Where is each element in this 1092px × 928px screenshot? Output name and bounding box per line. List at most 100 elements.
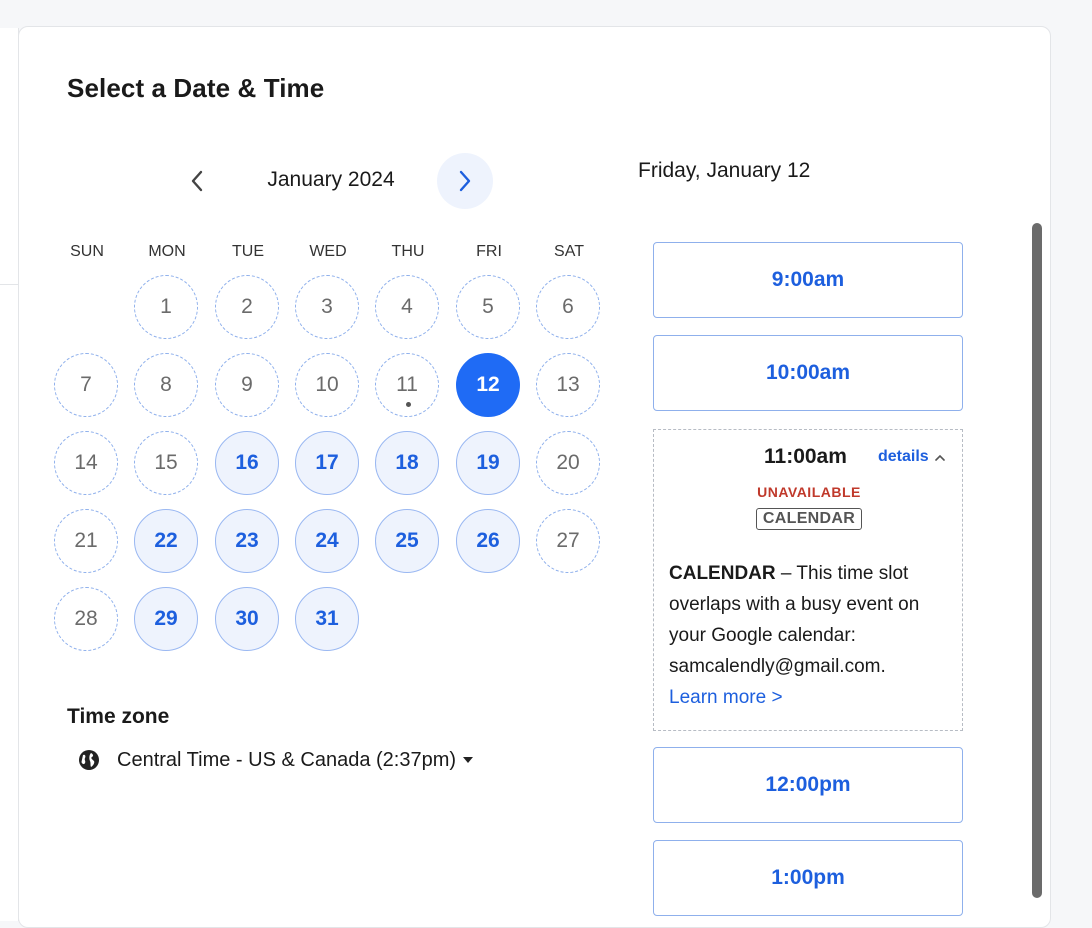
- calendar-day[interactable]: 18: [375, 431, 439, 495]
- weekday-label: MON: [148, 243, 186, 260]
- calendar-day: 5: [456, 275, 520, 339]
- calendar-day[interactable]: 19: [456, 431, 520, 495]
- weekday-label: SUN: [70, 243, 104, 260]
- calendar-day[interactable]: 23: [215, 509, 279, 573]
- timezone-selector[interactable]: Central Time - US & Canada (2:37pm): [77, 745, 474, 775]
- day-number: 17: [315, 451, 339, 474]
- month-navigation: January 2024: [169, 153, 499, 209]
- left-panel-edge: [0, 28, 19, 921]
- calendar-day: 15: [134, 431, 198, 495]
- day-number: 8: [160, 373, 172, 396]
- weekday-label: WED: [309, 243, 347, 260]
- day-number: 21: [74, 529, 98, 552]
- chevron-up-icon: [934, 454, 945, 461]
- day-number: 15: [154, 451, 178, 474]
- day-number: 9: [241, 373, 253, 396]
- calendar-day[interactable]: 30: [215, 587, 279, 651]
- calendar-day: 21: [54, 509, 118, 573]
- weekday-header: SUN MON TUE WED THU FRI SAT: [54, 243, 619, 263]
- calendar-day: 6: [536, 275, 600, 339]
- next-month-button[interactable]: [437, 153, 493, 209]
- day-number: 26: [476, 529, 500, 552]
- time-slot-button[interactable]: 10:00am: [653, 335, 963, 411]
- day-number: 11: [396, 373, 418, 396]
- day-number: 13: [556, 373, 580, 396]
- weekday-label: TUE: [232, 243, 264, 260]
- calendar-day[interactable]: 29: [134, 587, 198, 651]
- conflict-source: CALENDAR: [669, 563, 776, 584]
- globe-icon: [79, 750, 99, 770]
- day-number: 31: [315, 607, 339, 630]
- calendar-day: 20: [536, 431, 600, 495]
- day-number: 16: [235, 451, 259, 474]
- day-number: 24: [315, 529, 339, 552]
- time-slot-time: 11:00am: [764, 445, 847, 468]
- calendar-day: 10: [295, 353, 359, 417]
- calendar-day: 8: [134, 353, 198, 417]
- details-label: details: [878, 448, 929, 465]
- today-indicator: [406, 402, 411, 407]
- calendar-day[interactable]: 31: [295, 587, 359, 651]
- day-number: 18: [395, 451, 419, 474]
- day-number: 14: [74, 451, 98, 474]
- chevron-right-icon: [459, 170, 471, 192]
- calendar-day[interactable]: 17: [295, 431, 359, 495]
- badge-container: CALENDAR: [654, 508, 964, 530]
- day-number: 25: [395, 529, 419, 552]
- time-slot-expanded: 11:00am details UNAVAILABLE CALENDAR CAL…: [653, 429, 963, 731]
- day-number: 6: [562, 295, 574, 318]
- time-slot-button[interactable]: 1:00pm: [653, 840, 963, 916]
- day-number: 30: [235, 607, 259, 630]
- day-number: 7: [80, 373, 92, 396]
- selected-date-heading: Friday, January 12: [638, 159, 811, 182]
- weekday-label: SAT: [554, 243, 584, 260]
- scheduling-panel: Select a Date & Time January 2024 SUN MON…: [18, 26, 1051, 928]
- calendar-day: 13: [536, 353, 600, 417]
- calendar-day: 4: [375, 275, 439, 339]
- day-number: 5: [482, 295, 494, 318]
- calendar-day: 7: [54, 353, 118, 417]
- weekday-label: FRI: [476, 243, 502, 260]
- previous-month-button[interactable]: [169, 153, 225, 209]
- caret-down-icon: [463, 757, 474, 763]
- day-number: 4: [401, 295, 413, 318]
- time-slot-button[interactable]: 9:00am: [653, 242, 963, 318]
- calendar-day[interactable]: 22: [134, 509, 198, 573]
- calendar-day: 9: [215, 353, 279, 417]
- timezone-title: Time zone: [67, 705, 170, 728]
- month-label: January 2024: [267, 168, 395, 191]
- learn-more-link[interactable]: Learn more >: [669, 682, 954, 713]
- calendar-day[interactable]: 16: [215, 431, 279, 495]
- chevron-left-icon: [191, 170, 203, 192]
- calendar-day: 14: [54, 431, 118, 495]
- divider: [0, 284, 18, 285]
- calendar-badge: CALENDAR: [755, 508, 863, 530]
- timezone-label: Central Time - US & Canada (2:37pm): [117, 748, 457, 771]
- scrollbar-thumb[interactable]: [1032, 223, 1042, 898]
- day-number: 19: [476, 451, 500, 474]
- day-number: 27: [556, 529, 580, 552]
- unavailable-status: UNAVAILABLE: [757, 484, 861, 500]
- conflict-description: CALENDAR – This time slot overlaps with …: [669, 558, 954, 713]
- day-number: 22: [154, 529, 178, 552]
- day-number: 12: [476, 373, 500, 396]
- calendar-day[interactable]: 26: [456, 509, 520, 573]
- calendar-day: 3: [295, 275, 359, 339]
- weekday-label: THU: [391, 243, 425, 260]
- calendar-grid: 1 2 3 4 5 6 7 8 9 10 11 12 13 14 15 16 17 18 19 20 21 22 23 24 2…: [54, 275, 619, 655]
- day-number: 23: [235, 529, 259, 552]
- details-toggle[interactable]: details: [878, 448, 945, 466]
- calendar-day-selected[interactable]: 12: [456, 353, 520, 417]
- calendar-day[interactable]: 25: [375, 509, 439, 573]
- day-number: 1: [160, 295, 172, 318]
- calendar-day: 27: [536, 509, 600, 573]
- time-slot-button[interactable]: 12:00pm: [653, 747, 963, 823]
- day-number: 10: [315, 373, 339, 396]
- day-number: 3: [321, 295, 333, 318]
- page-title: Select a Date & Time: [67, 73, 325, 103]
- calendar-day: 11: [375, 353, 439, 417]
- calendar-day: 1: [134, 275, 198, 339]
- calendar-day[interactable]: 24: [295, 509, 359, 573]
- calendar-day: 28: [54, 587, 118, 651]
- day-number: 2: [241, 295, 253, 318]
